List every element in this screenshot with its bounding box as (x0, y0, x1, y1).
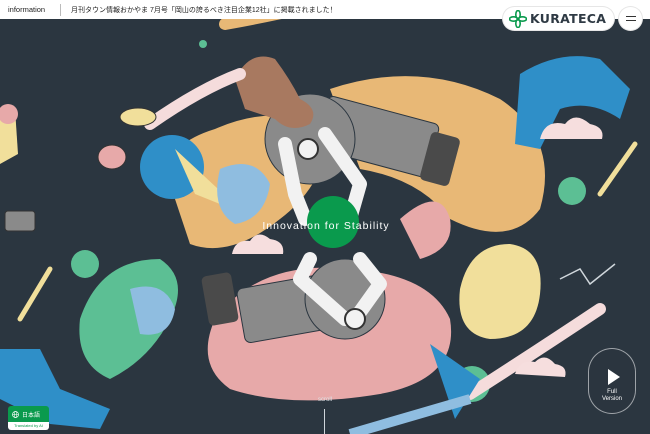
full-version-label: Full Version (602, 389, 622, 403)
scroll-indicator-label[interactable]: scroll (310, 397, 340, 403)
language-label: 日本語 (22, 412, 41, 419)
play-icon (607, 369, 620, 385)
scroll-indicator-line (324, 409, 325, 434)
full-version-video-button[interactable]: Full Version (588, 348, 636, 414)
hamburger-menu-icon-line (625, 20, 636, 22)
globe-icon (12, 410, 19, 418)
brand-name: KURATECA (530, 11, 607, 26)
hero-tagline: Innovation for Stability (262, 220, 390, 232)
translated-by-ai-note: Translated by AI (8, 422, 49, 430)
divider (60, 3, 61, 16)
full-version-label-line1: Full (607, 389, 617, 395)
site-logo[interactable]: KURATECA (503, 7, 614, 30)
hamburger-menu-icon (625, 15, 636, 17)
language-switcher-button[interactable]: 日本語 (8, 406, 49, 422)
flower-logo-icon (509, 9, 527, 28)
information-label: information (8, 5, 46, 14)
news-ticker-link[interactable]: 月刊タウン情報おかやま 7月号「岡山の誇るべき注目企業12社」に掲載されました！ (71, 5, 337, 15)
full-version-label-line2: Version (601, 396, 622, 402)
menu-button[interactable] (619, 7, 642, 30)
